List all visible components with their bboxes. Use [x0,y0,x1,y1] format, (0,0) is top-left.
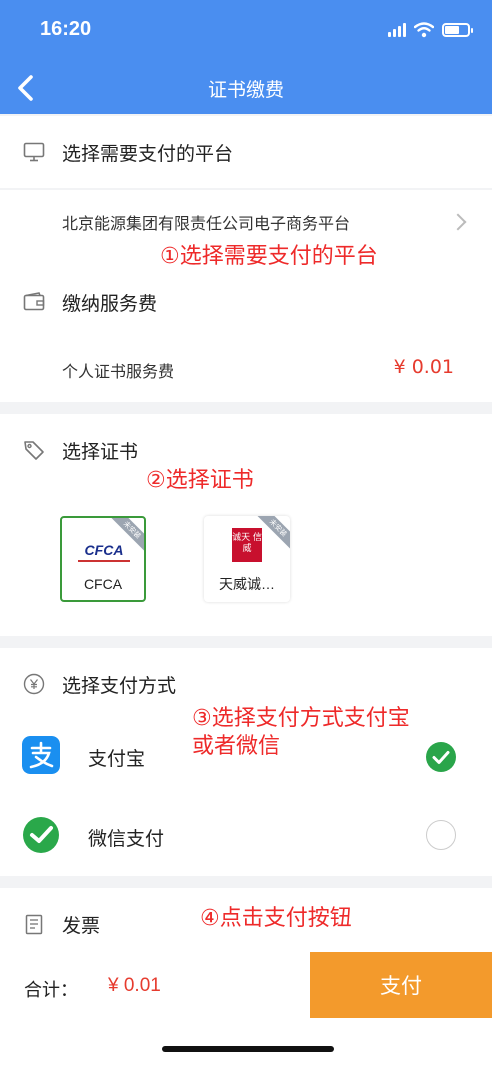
payment-option-wechat[interactable]: 微信支付 [0,796,492,876]
selected-platform: 北京能源集团有限责任公司电子商务平台 [62,214,351,233]
fee-section-header: 缴纳服务费 [0,266,492,338]
cert-section-title: 选择证书 [62,440,139,463]
check-icon [432,751,450,764]
payment-section-title: 选择支付方式 [62,674,177,697]
fee-item-label: 个人证书服务费 [62,362,175,381]
payment-label: 支付宝 [88,748,146,770]
total-amount: ¥ 0.01 [108,975,161,996]
pay-button[interactable]: 支付 [310,952,492,1018]
cert-list: 未安装 CFCA CFCA 未安装 诚天 信威 天威诚… [0,486,492,636]
annotation-step2: ②选择证书 [146,468,254,493]
wifi-icon [414,22,434,38]
cert-label: 天威诚… [219,576,275,592]
annotation-step3-line1: ③选择支付方式支付宝 [192,706,410,731]
yen-circle-icon [23,673,45,695]
fee-item-price: ¥ 0.01 [393,356,454,378]
fee-section-title: 缴纳服务费 [62,292,158,315]
radio-unchecked[interactable] [426,820,456,850]
monitor-icon [23,142,45,162]
invoice-section-title: 发票 [62,914,101,937]
radio-checked[interactable] [426,742,456,772]
chevron-right-icon [449,213,467,231]
status-time: 16:20 [40,18,92,40]
platform-section-title: 选择需要支付的平台 [62,142,234,165]
tag-icon [24,441,44,460]
status-bar: 16:20 [0,0,492,62]
tianwei-logo: 诚天 信威 [232,528,262,562]
checkout-footer: 合计： ¥ 0.01 支付 [0,952,492,1072]
cfca-logo: CFCA [78,540,130,562]
fee-item-row: 个人证书服务费 ¥ 0.01 [0,338,492,402]
platform-section-header: 选择需要支付的平台 [0,116,492,188]
wechat-pay-icon [23,817,59,853]
status-icons [388,20,473,40]
total-label: 合计： [24,980,78,1001]
cert-label: CFCA [83,576,123,592]
signal-icon [388,23,406,37]
nav-bar: 证书缴费 [0,62,492,114]
alipay-icon [22,736,60,774]
annotation-step3-line2: 或者微信 [192,734,281,759]
page-title: 证书缴费 [207,79,284,101]
payment-label: 微信支付 [88,828,165,850]
cert-option-tianwei[interactable]: 未安装 诚天 信威 天威诚… [204,516,290,602]
wallet-icon [23,292,45,311]
annotation-step4: ④点击支付按钮 [200,906,352,931]
cert-option-cfca[interactable]: 未安装 CFCA CFCA [60,516,146,602]
annotation-step1: ①选择需要支付的平台 [160,244,378,269]
home-indicator[interactable] [162,1046,334,1052]
invoice-icon [25,914,43,935]
battery-icon [442,23,473,37]
